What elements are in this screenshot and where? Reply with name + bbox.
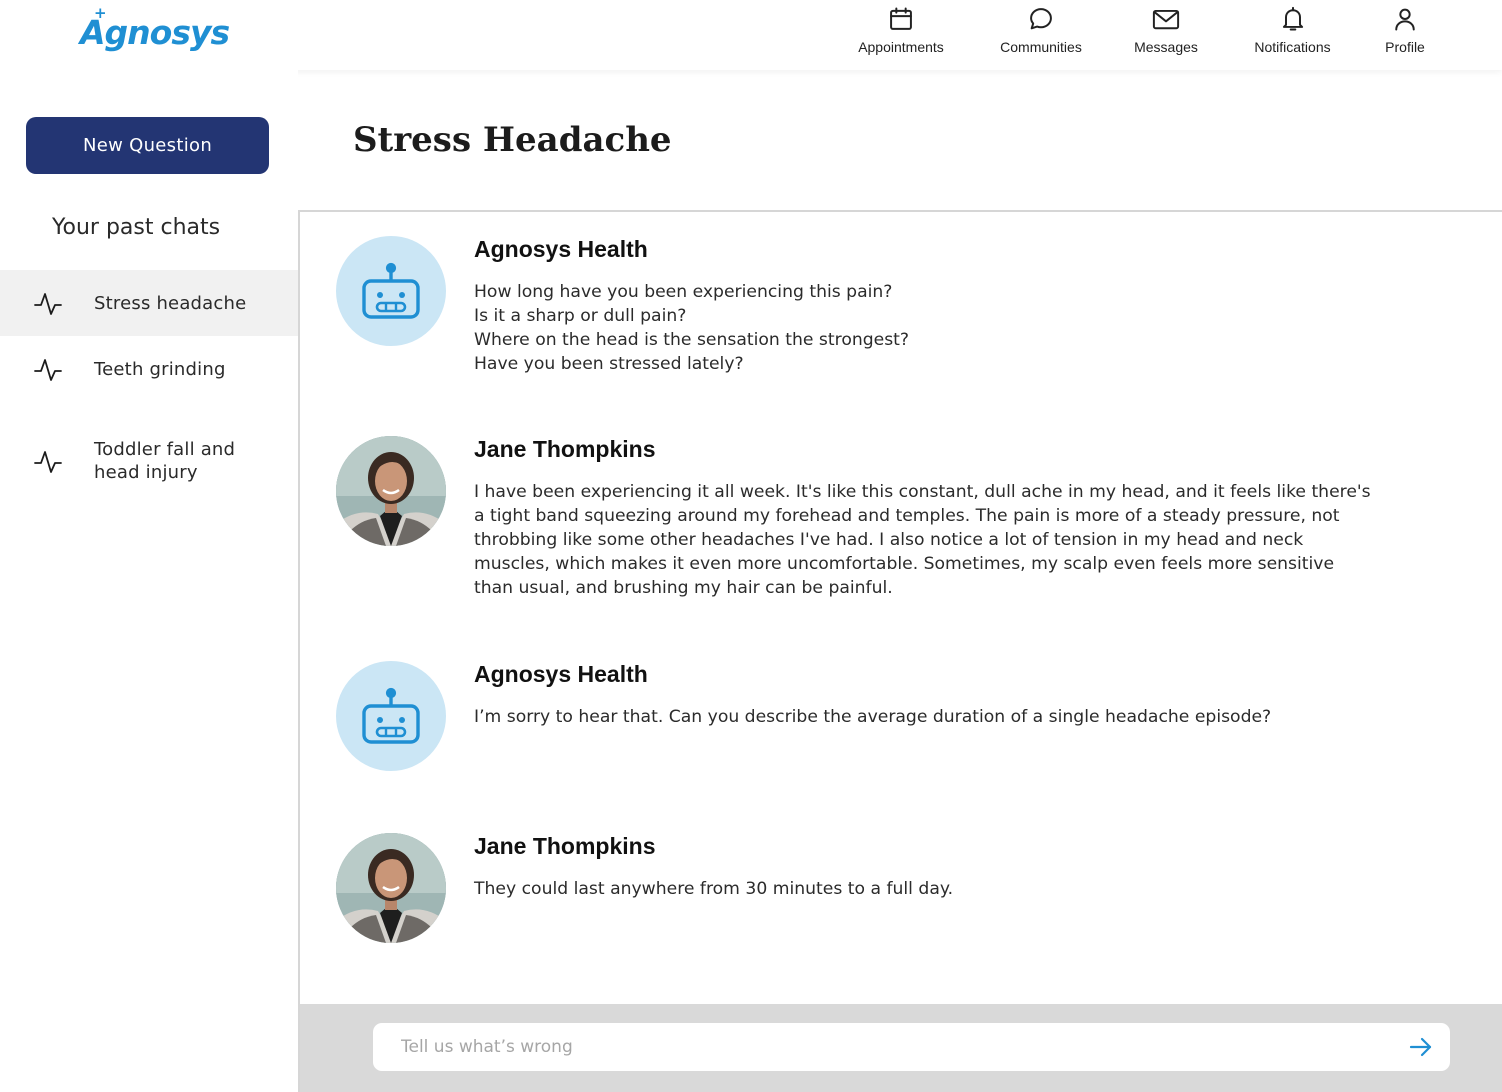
agnosys-logo[interactable]: + Agnosys bbox=[80, 6, 230, 56]
past-chats-title: Your past chats bbox=[52, 215, 221, 240]
message-line: They could last anywhere from 30 minutes… bbox=[474, 879, 954, 899]
nav-notifications[interactable]: Notifications bbox=[1250, 5, 1335, 63]
nav-label-appointments: Appointments bbox=[858, 39, 944, 55]
message-line: How long have you been experiencing this… bbox=[474, 282, 893, 302]
message-line: a tight band squeezing around my forehea… bbox=[474, 506, 1340, 526]
message-line: throbbing like some other headaches I've… bbox=[474, 530, 1304, 550]
user-avatar-photo bbox=[336, 833, 446, 943]
message-sender: Jane Thompkins bbox=[474, 436, 656, 462]
past-chat-stress-headache[interactable]: Stress headache bbox=[0, 270, 298, 336]
logo-plus-mark: + bbox=[94, 4, 107, 22]
chat-panel: Agnosys Health How long have you been ex… bbox=[298, 210, 1502, 1004]
nav-label-profile: Profile bbox=[1385, 39, 1425, 55]
chat-bubble-icon bbox=[1030, 8, 1052, 30]
message-line: Where on the head is the sensation the s… bbox=[474, 330, 910, 350]
new-question-button[interactable]: New Question bbox=[26, 117, 269, 174]
sidebar: New Question Your past chats Stress head… bbox=[0, 70, 298, 1092]
nav-appointments[interactable]: Appointments bbox=[853, 5, 949, 63]
user-icon bbox=[1395, 8, 1415, 31]
message-line: I’m sorry to hear that. Can you describe… bbox=[474, 707, 1272, 727]
message-line: muscles, which makes it even more uncomf… bbox=[474, 554, 1335, 574]
pulse-icon bbox=[34, 451, 62, 473]
nav-label-messages: Messages bbox=[1134, 39, 1198, 55]
message-body: They could last anywhere from 30 minutes… bbox=[474, 877, 1404, 901]
past-chat-label: Teeth grinding bbox=[94, 359, 226, 380]
arrow-right-icon[interactable] bbox=[1408, 1035, 1434, 1059]
bot-avatar bbox=[336, 236, 446, 346]
user-avatar-photo bbox=[336, 436, 446, 546]
message-line: Have you been stressed lately? bbox=[474, 354, 744, 374]
robot-icon bbox=[362, 262, 420, 319]
nav-profile[interactable]: Profile bbox=[1383, 5, 1427, 63]
pulse-icon bbox=[34, 359, 62, 381]
nav-label-communities: Communities bbox=[1000, 39, 1082, 55]
past-chat-teeth-grinding[interactable]: Teeth grinding bbox=[0, 336, 298, 402]
message-line: I have been experiencing it all week. It… bbox=[474, 482, 1371, 502]
nav-communities[interactable]: Communities bbox=[996, 5, 1086, 63]
message-line: than usual, and brushing my hair can be … bbox=[474, 578, 893, 598]
message-input[interactable] bbox=[373, 1023, 1450, 1071]
envelope-icon bbox=[1152, 9, 1180, 30]
calendar-icon bbox=[890, 7, 912, 30]
past-chat-toddler-fall[interactable]: Toddler fall and head injury bbox=[0, 424, 298, 496]
message-sender: Agnosys Health bbox=[474, 661, 648, 687]
message-line: Is it a sharp or dull pain? bbox=[474, 306, 687, 326]
bell-icon bbox=[1282, 6, 1303, 31]
bot-avatar bbox=[336, 661, 446, 771]
pulse-icon bbox=[34, 293, 62, 315]
message-sender: Agnosys Health bbox=[474, 236, 648, 262]
top-bar: + Agnosys Appointments Communities Messa… bbox=[0, 0, 1502, 70]
composer-bar bbox=[298, 1004, 1502, 1092]
message-body: I’m sorry to hear that. Can you describe… bbox=[474, 705, 1404, 729]
conversation-title: Stress Headache bbox=[353, 120, 672, 160]
nav-label-notifications: Notifications bbox=[1254, 39, 1331, 55]
past-chat-label: Toddler fall and head injury bbox=[94, 439, 236, 483]
nav-messages[interactable]: Messages bbox=[1133, 5, 1199, 63]
past-chat-label: Stress headache bbox=[94, 293, 247, 314]
message-sender: Jane Thompkins bbox=[474, 833, 656, 859]
message-body: I have been experiencing it all week. It… bbox=[474, 480, 1404, 600]
robot-icon bbox=[362, 687, 420, 744]
message-body: How long have you been experiencing this… bbox=[474, 280, 1404, 376]
